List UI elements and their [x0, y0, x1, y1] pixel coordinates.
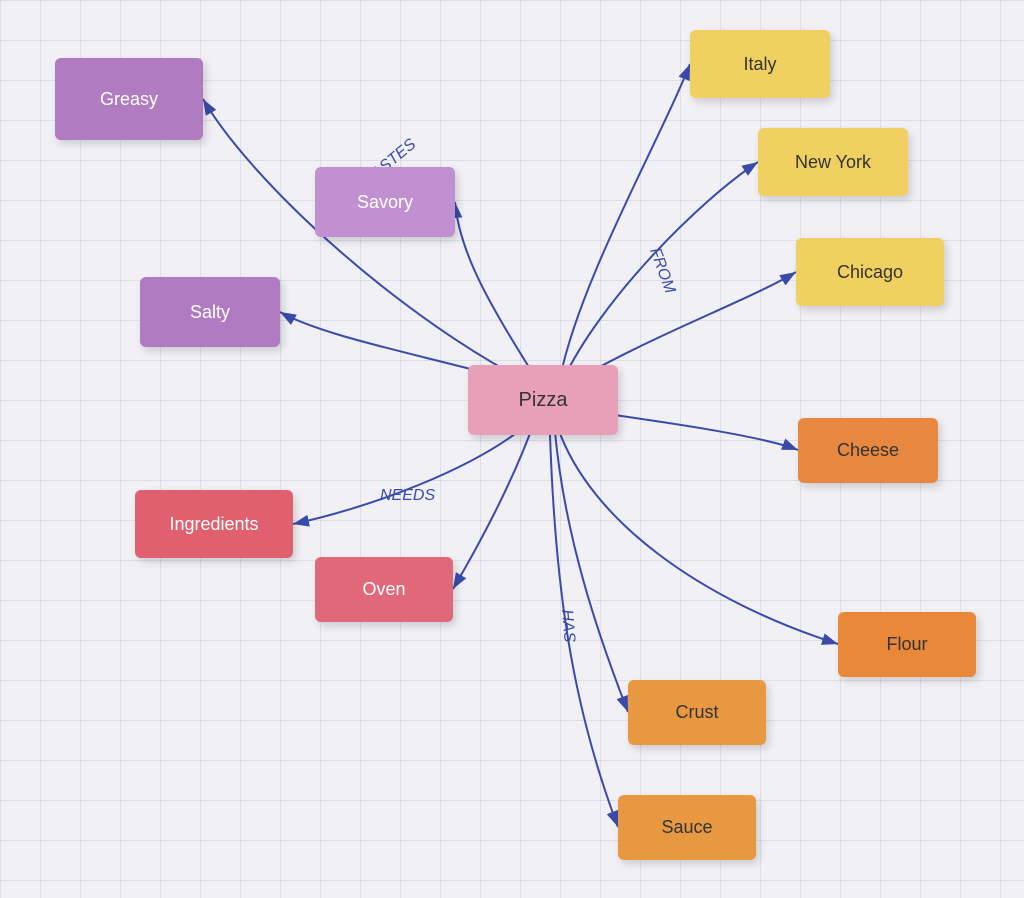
newyork-label: New York: [795, 152, 871, 173]
greasy-node[interactable]: Greasy: [55, 58, 203, 140]
sauce-label: Sauce: [661, 817, 712, 838]
oven-label: Oven: [362, 579, 405, 600]
sauce-node[interactable]: Sauce: [618, 795, 756, 860]
flour-label: Flour: [886, 634, 927, 655]
italy-label: Italy: [743, 54, 776, 75]
svg-text:HAS: HAS: [558, 609, 578, 644]
greasy-label: Greasy: [100, 89, 158, 110]
newyork-node[interactable]: New York: [758, 128, 908, 196]
ingredients-node[interactable]: Ingredients: [135, 490, 293, 558]
crust-node[interactable]: Crust: [628, 680, 766, 745]
svg-text:FROM: FROM: [646, 246, 678, 297]
italy-node[interactable]: Italy: [690, 30, 830, 98]
chicago-node[interactable]: Chicago: [796, 238, 944, 306]
flour-node[interactable]: Flour: [838, 612, 976, 677]
pizza-node[interactable]: Pizza: [468, 365, 618, 435]
pizza-label: Pizza: [519, 389, 568, 412]
savory-node[interactable]: Savory: [315, 167, 455, 237]
salty-node[interactable]: Salty: [140, 277, 280, 347]
ingredients-label: Ingredients: [169, 514, 258, 535]
chicago-label: Chicago: [837, 262, 903, 283]
crust-label: Crust: [675, 702, 718, 723]
savory-label: Savory: [357, 192, 413, 213]
cheese-label: Cheese: [837, 440, 899, 461]
svg-text:NEEDS: NEEDS: [380, 487, 435, 504]
oven-node[interactable]: Oven: [315, 557, 453, 622]
cheese-node[interactable]: Cheese: [798, 418, 938, 483]
salty-label: Salty: [190, 302, 230, 323]
